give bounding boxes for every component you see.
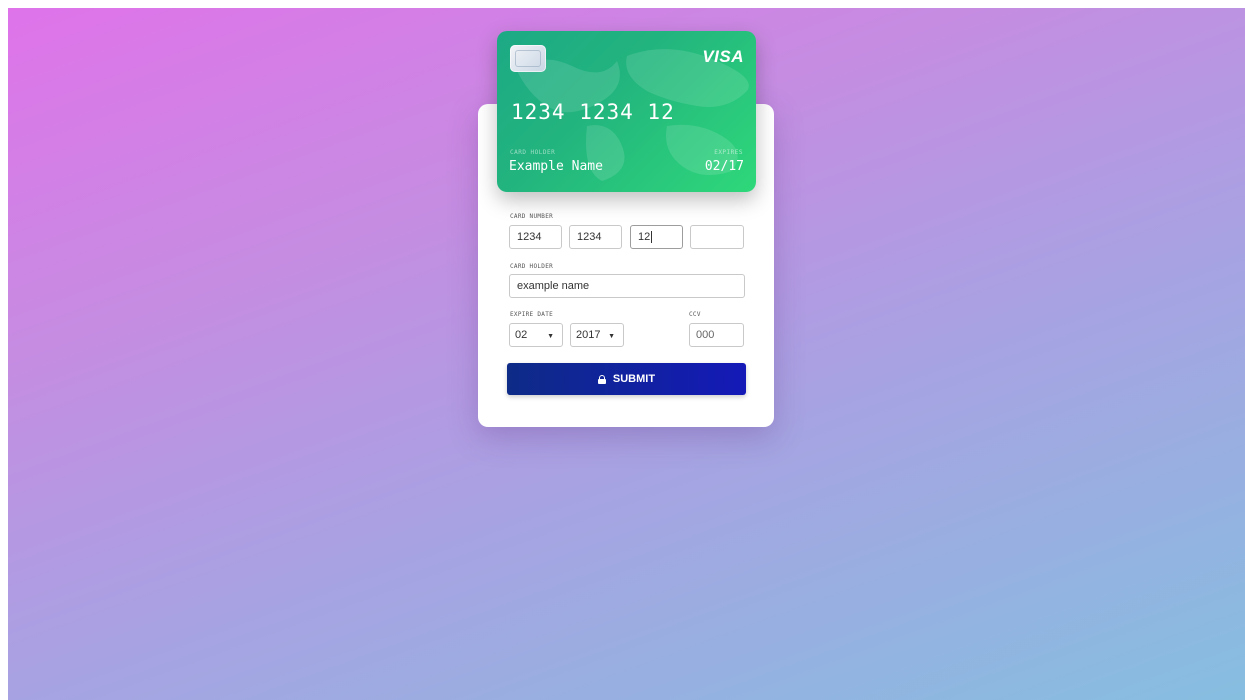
expire-month-select[interactable]: 02 ▼ (509, 323, 563, 347)
card-holder-label: CARD HOLDER (510, 263, 554, 270)
submit-button-label: SUBMIT (612, 373, 656, 385)
expire-date-label: EXPIRE DATE (510, 311, 554, 318)
card-number-field-3-value: 12 (638, 231, 651, 243)
card-number-field-1[interactable]: 1234 (509, 225, 562, 249)
credit-card-preview: VISA 1234 1234 12 CARD HOLDER EXPIRES Ex… (497, 31, 756, 192)
triangle-down-icon: ▼ (547, 333, 554, 340)
card-chip-icon (510, 45, 546, 72)
expire-year-value: 2017 (576, 329, 601, 341)
card-number-field-4[interactable] (690, 225, 744, 249)
submit-button[interactable]: SUBMIT (507, 363, 746, 395)
card-number-display: 1234 1234 12 (511, 100, 675, 124)
card-number-field-1-value: 1234 (517, 231, 542, 243)
card-holder-caption: CARD HOLDER (510, 149, 556, 156)
expire-month-value: 02 (515, 329, 528, 341)
expire-year-select[interactable]: 2017 ▼ (570, 323, 624, 347)
card-number-field-3[interactable]: 12 (630, 225, 683, 249)
ccv-input[interactable]: 000 (689, 323, 744, 347)
card-holder-input[interactable]: example name (509, 274, 745, 298)
card-number-field-2[interactable]: 1234 (569, 225, 622, 249)
card-holder-input-value: example name (517, 280, 590, 292)
card-expiry-display: 02/17 (704, 159, 744, 174)
text-cursor (651, 231, 653, 243)
triangle-down-icon: ▼ (608, 333, 615, 340)
ccv-label: CCV (689, 311, 701, 318)
card-number-field-2-value: 1234 (577, 231, 602, 243)
lock-icon (597, 374, 606, 384)
ccv-input-value: 000 (696, 329, 715, 341)
page-background: VISA 1234 1234 12 CARD HOLDER EXPIRES Ex… (8, 8, 1245, 700)
card-number-label: CARD NUMBER (510, 213, 554, 220)
expires-caption: EXPIRES (714, 149, 743, 156)
visa-logo: VISA (702, 47, 744, 66)
card-holder-name-display: Example Name (509, 159, 603, 174)
